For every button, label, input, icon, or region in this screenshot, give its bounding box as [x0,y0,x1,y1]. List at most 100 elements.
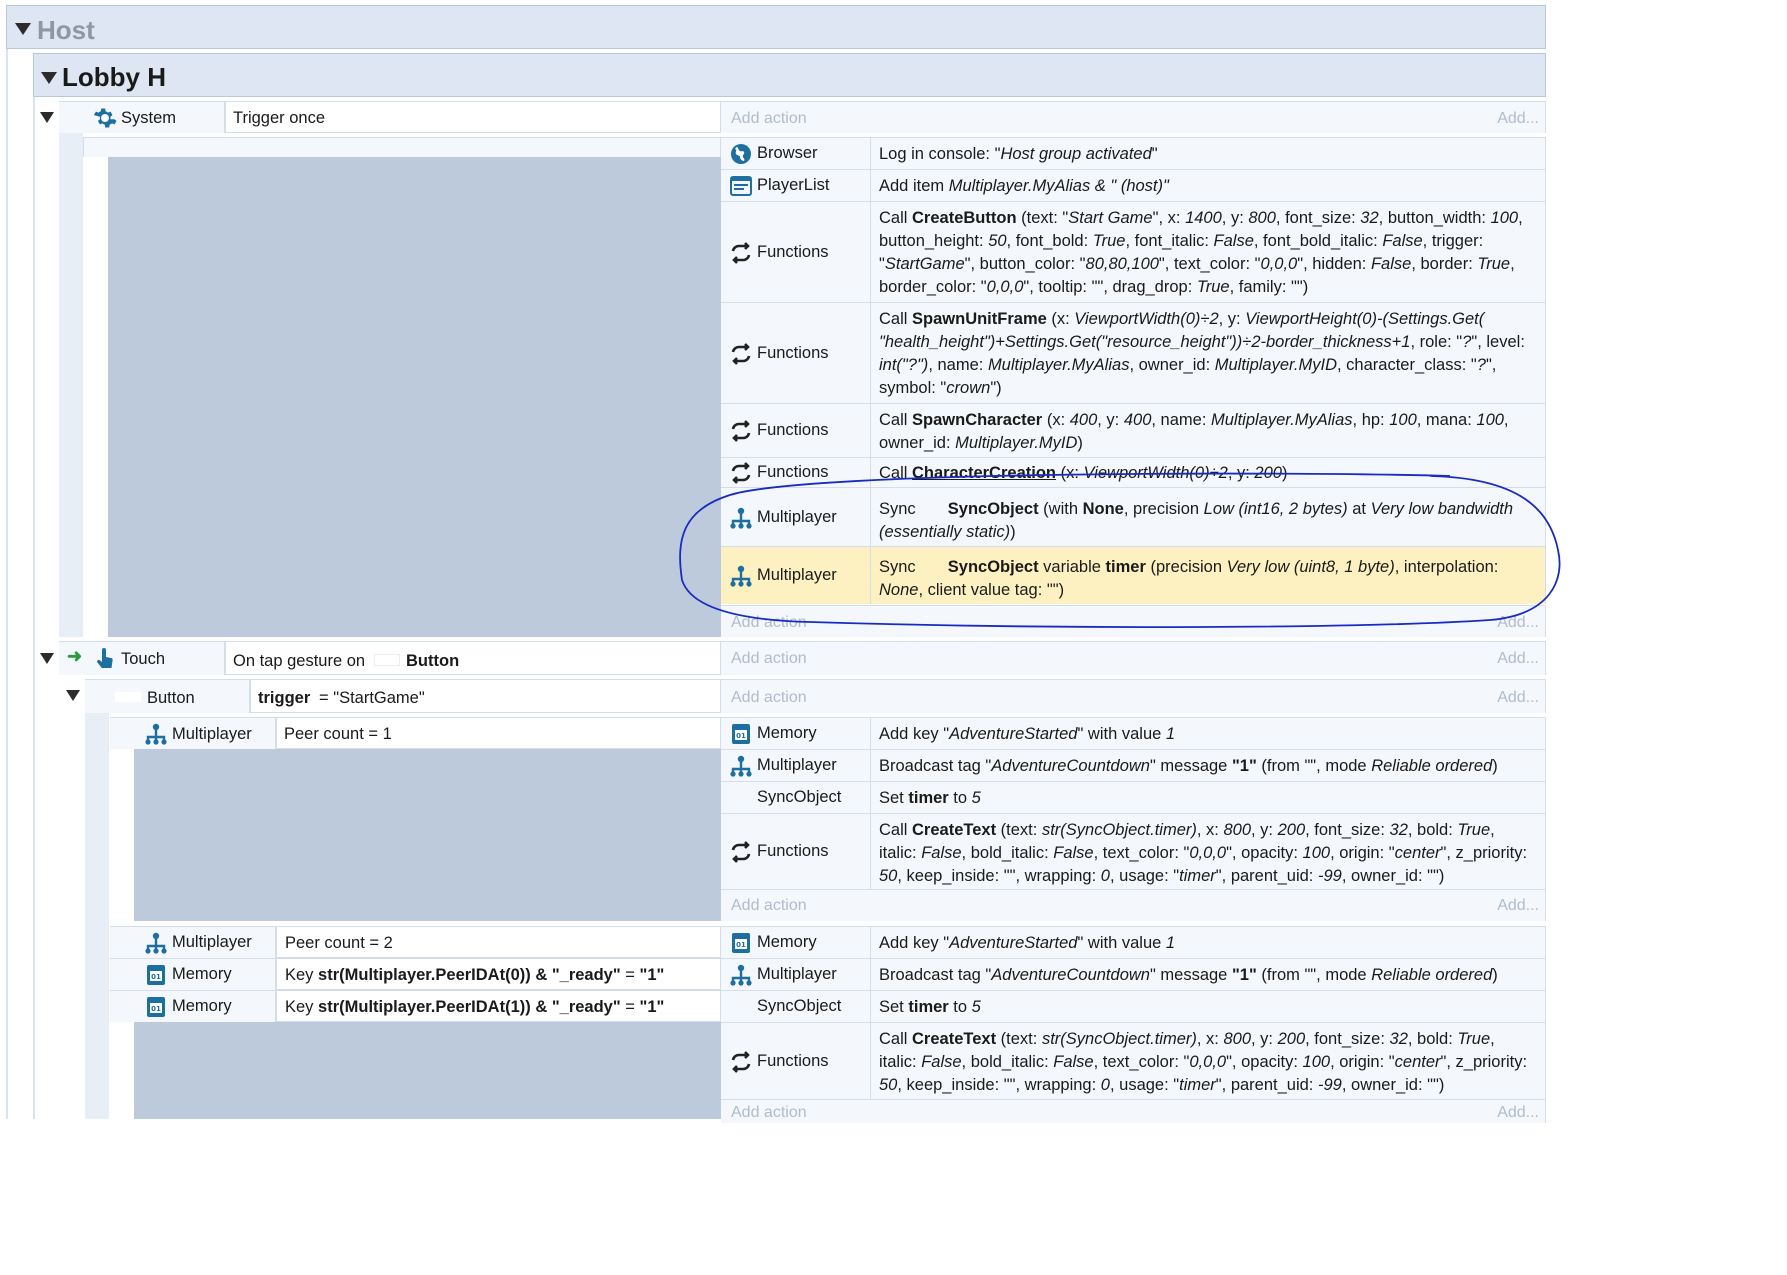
action-object[interactable]: Browser [721,137,871,169]
action-text-cell[interactable]: Call CharacterCreation (x: ViewportWidth… [871,457,1546,487]
action-row[interactable]: SyncObject Set timer to 5 [721,990,1546,1022]
action-row[interactable]: Multiplayer Sync SyncObject (with None, p… [721,487,1546,546]
action-row[interactable]: Functions Call CharacterCreation (x: View… [721,457,1546,487]
action-text-cell[interactable]: Call CreateText (text: str(SyncObject.ti… [871,813,1546,889]
action-text-cell[interactable]: Set timer to 5 [871,990,1546,1022]
add-action-row[interactable]: Add action Add... [721,101,1546,133]
group-host[interactable]: Host [6,5,1546,49]
action-row[interactable]: Functions Call SpawnCharacter (x: 400, y:… [721,403,1546,457]
condition-on-tap[interactable]: On tap gesture on Button [225,641,721,675]
condition-peer-count[interactable]: Peer count = 1 [276,717,721,749]
action-text-cell[interactable]: Call SpawnCharacter (x: 400, y: 400, nam… [871,403,1546,457]
add-more-link[interactable]: Add... [1497,110,1539,128]
add-action-link[interactable]: Add action [731,1104,807,1122]
action-row[interactable]: Multiplayer Broadcast tag "AdventureCount… [721,749,1546,781]
action-object[interactable]: Memory [721,717,871,749]
action-row[interactable]: Browser Log in console: "Host group activ… [721,137,1546,169]
add-action-link[interactable]: Add action [731,614,807,632]
group-lobby-h[interactable]: Lobby H [33,53,1546,97]
add-action-link[interactable]: Add action [731,897,807,915]
add-action-link[interactable]: Add action [731,650,807,668]
action-object[interactable]: Memory [721,926,871,958]
group-indent-line [33,97,35,1119]
action-text-cell[interactable]: Set timer to 5 [871,781,1546,813]
add-more-link[interactable]: Add... [1497,689,1539,707]
action-row[interactable]: Multiplayer Broadcast tag "AdventureCount… [721,958,1546,990]
action-object[interactable]: PlayerList [721,169,871,201]
action-text-cell[interactable]: Call CreateButton (text: "Start Game", x… [871,201,1546,302]
add-action-row[interactable]: Add action Add... [721,889,1546,921]
action-text: Log in console: "Host group activated" [879,145,1158,163]
condition-text-cell[interactable]: Key str(Multiplayer.PeerIDAt(0)) & "_rea… [276,958,721,990]
collapse-triangle-icon[interactable] [41,72,57,84]
action-object[interactable]: Functions [721,201,871,302]
object-name: Functions [757,1052,829,1070]
action-row[interactable]: Functions Call SpawnUnitFrame (x: Viewpor… [721,302,1546,403]
action-object[interactable]: Multiplayer [721,546,871,604]
action-object[interactable]: Multiplayer [721,958,871,990]
action-object[interactable]: Functions [721,457,871,487]
event-collapse-icon[interactable] [40,653,54,664]
action-row[interactable]: Functions Call CreateButton (text: "Start… [721,201,1546,302]
subevent-empty-bar[interactable] [83,137,721,157]
action-text-cell[interactable]: Add key "AdventureStarted" with value 1 [871,717,1546,749]
condition-object[interactable]: Multiplayer [110,926,276,958]
action-text-cell[interactable]: Add item Multiplayer.MyAlias & " (host)" [871,169,1546,201]
condition-text-cell[interactable]: Key str(Multiplayer.PeerIDAt(1)) & "_rea… [276,990,721,1022]
action-object[interactable]: SyncObject [721,781,871,813]
condition-row[interactable]: Memory Key str(Multiplayer.PeerIDAt(0)) &… [110,958,721,990]
add-action-row[interactable]: Add action Add... [721,605,1546,637]
action-text: Call CharacterCreation (x: ViewportWidth… [879,464,1288,482]
action-row[interactable]: Memory Add key "AdventureStarted" with va… [721,717,1546,749]
action-object[interactable]: Multiplayer [721,487,871,546]
action-row[interactable]: SyncObject Set timer to 5 [721,781,1546,813]
action-text-cell[interactable]: Sync SyncObject variable timer (precisio… [871,546,1546,604]
action-object[interactable]: SyncObject [721,990,871,1022]
action-object[interactable]: Multiplayer [721,749,871,781]
add-more-link[interactable]: Add... [1497,1104,1539,1122]
action-row[interactable]: Multiplayer Sync SyncObject variable time… [721,546,1546,604]
object-name: PlayerList [757,176,830,194]
add-more-link[interactable]: Add... [1497,650,1539,668]
action-text-cell[interactable]: Sync SyncObject (with None, precision Lo… [871,487,1546,546]
action-object[interactable]: Functions [721,302,871,403]
condition-object-system[interactable]: System [59,101,225,133]
action-row[interactable]: PlayerList Add item Multiplayer.MyAlias &… [721,169,1546,201]
add-more-link[interactable]: Add... [1497,614,1539,632]
list-window-icon [729,174,753,198]
condition-object[interactable]: Memory [110,990,276,1022]
condition-object-button[interactable]: Button [85,679,250,713]
action-object[interactable]: Functions [721,403,871,457]
add-more-link[interactable]: Add... [1497,897,1539,915]
action-row[interactable]: Functions Call CreateText (text: str(Sync… [721,813,1546,889]
condition-trigger-once[interactable]: Trigger once [225,101,721,133]
condition-row[interactable]: Memory Key str(Multiplayer.PeerIDAt(1)) &… [110,990,721,1022]
condition-object-multiplayer[interactable]: Multiplayer [110,717,276,749]
action-row[interactable]: Memory Add key "AdventureStarted" with va… [721,926,1546,958]
add-action-row[interactable]: Add action Add... [721,1099,1546,1123]
add-action-link[interactable]: Add action [731,689,807,707]
action-object[interactable]: Functions [721,813,871,889]
action-text-cell[interactable]: Add key "AdventureStarted" with value 1 [871,926,1546,958]
event-collapse-icon[interactable] [66,690,80,701]
action-text-cell[interactable]: Broadcast tag "AdventureCountdown" messa… [871,958,1546,990]
add-action-link[interactable]: Add action [731,110,807,128]
condition-trigger-compare[interactable]: trigger = "StartGame" [250,679,721,713]
condition-row[interactable]: Multiplayer Peer count = 2 [110,926,721,958]
add-action-row[interactable]: Add action Add... [721,641,1546,675]
multiplayer-icon [729,963,753,987]
action-text-cell[interactable]: Broadcast tag "AdventureCountdown" messa… [871,749,1546,781]
condition-object[interactable]: Memory [110,958,276,990]
action-object[interactable]: Functions [721,1022,871,1099]
action-text-cell[interactable]: Call SpawnUnitFrame (x: ViewportWidth(0)… [871,302,1546,403]
collapse-triangle-icon[interactable] [15,23,31,35]
event-collapse-icon[interactable] [40,112,54,123]
action-text-cell[interactable]: Call CreateText (text: str(SyncObject.ti… [871,1022,1546,1099]
action-text: Call CreateText (text: str(SyncObject.ti… [879,821,1528,885]
add-action-row[interactable]: Add action Add... [721,679,1546,713]
action-text: Call SpawnCharacter (x: 400, y: 400, nam… [879,411,1509,452]
condition-object-touch[interactable]: ➜ Touch [59,641,225,675]
condition-text-cell[interactable]: Peer count = 2 [276,926,721,958]
action-text-cell[interactable]: Log in console: "Host group activated" [871,137,1546,169]
action-row[interactable]: Functions Call CreateText (text: str(Sync… [721,1022,1546,1099]
